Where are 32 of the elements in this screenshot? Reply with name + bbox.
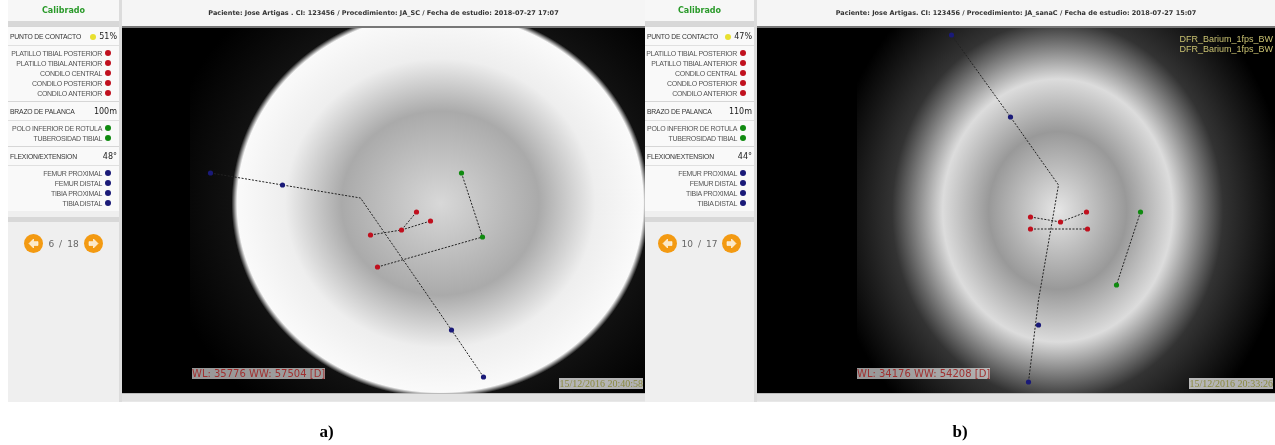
image-label: DFR_Barium_1fps_BW <box>1179 34 1273 44</box>
left-arrow-icon <box>659 236 675 251</box>
timestamp-label: 15/12/2016 20:33:26 <box>1189 378 1273 389</box>
page-number: 6 <box>48 238 55 249</box>
next-button[interactable] <box>83 234 103 253</box>
figure-caption: b) <box>952 422 968 442</box>
page-number: 10 <box>681 238 693 249</box>
window-level-label: WL: 34176 WW: 54208 [D] <box>857 368 991 379</box>
left-arrow-icon <box>26 236 42 251</box>
previous-button[interactable] <box>24 234 44 253</box>
window-level-label: WL: 35776 WW: 57504 [D] <box>192 368 326 379</box>
right-arrow-icon <box>85 236 101 251</box>
next-button[interactable] <box>722 234 742 253</box>
measurement-value: 51% <box>99 32 117 41</box>
measurement-value: 47% <box>734 32 752 41</box>
calibration-status: Calibrado <box>645 0 754 26</box>
previous-button[interactable] <box>657 234 677 253</box>
page-separator: / <box>59 238 63 249</box>
page-total: 17 <box>706 238 718 249</box>
measurement-value: 48° <box>102 152 117 161</box>
measurement-value: 44° <box>737 152 752 161</box>
horizontal-scrollbar[interactable] <box>757 393 1275 401</box>
right-arrow-icon <box>724 236 740 251</box>
page-total: 18 <box>67 238 79 249</box>
page-separator: / <box>697 238 701 249</box>
figure-caption: a) <box>319 422 334 442</box>
measurement-value: 100m <box>93 107 117 116</box>
calibration-status: Calibrado <box>8 0 119 26</box>
horizontal-scrollbar[interactable] <box>122 393 645 401</box>
measurement-value: 110m <box>728 107 752 116</box>
image-label: DFR_Barium_1fps_BW <box>1179 44 1273 54</box>
timestamp-label: 15/12/2016 20:40:58 <box>559 378 643 389</box>
